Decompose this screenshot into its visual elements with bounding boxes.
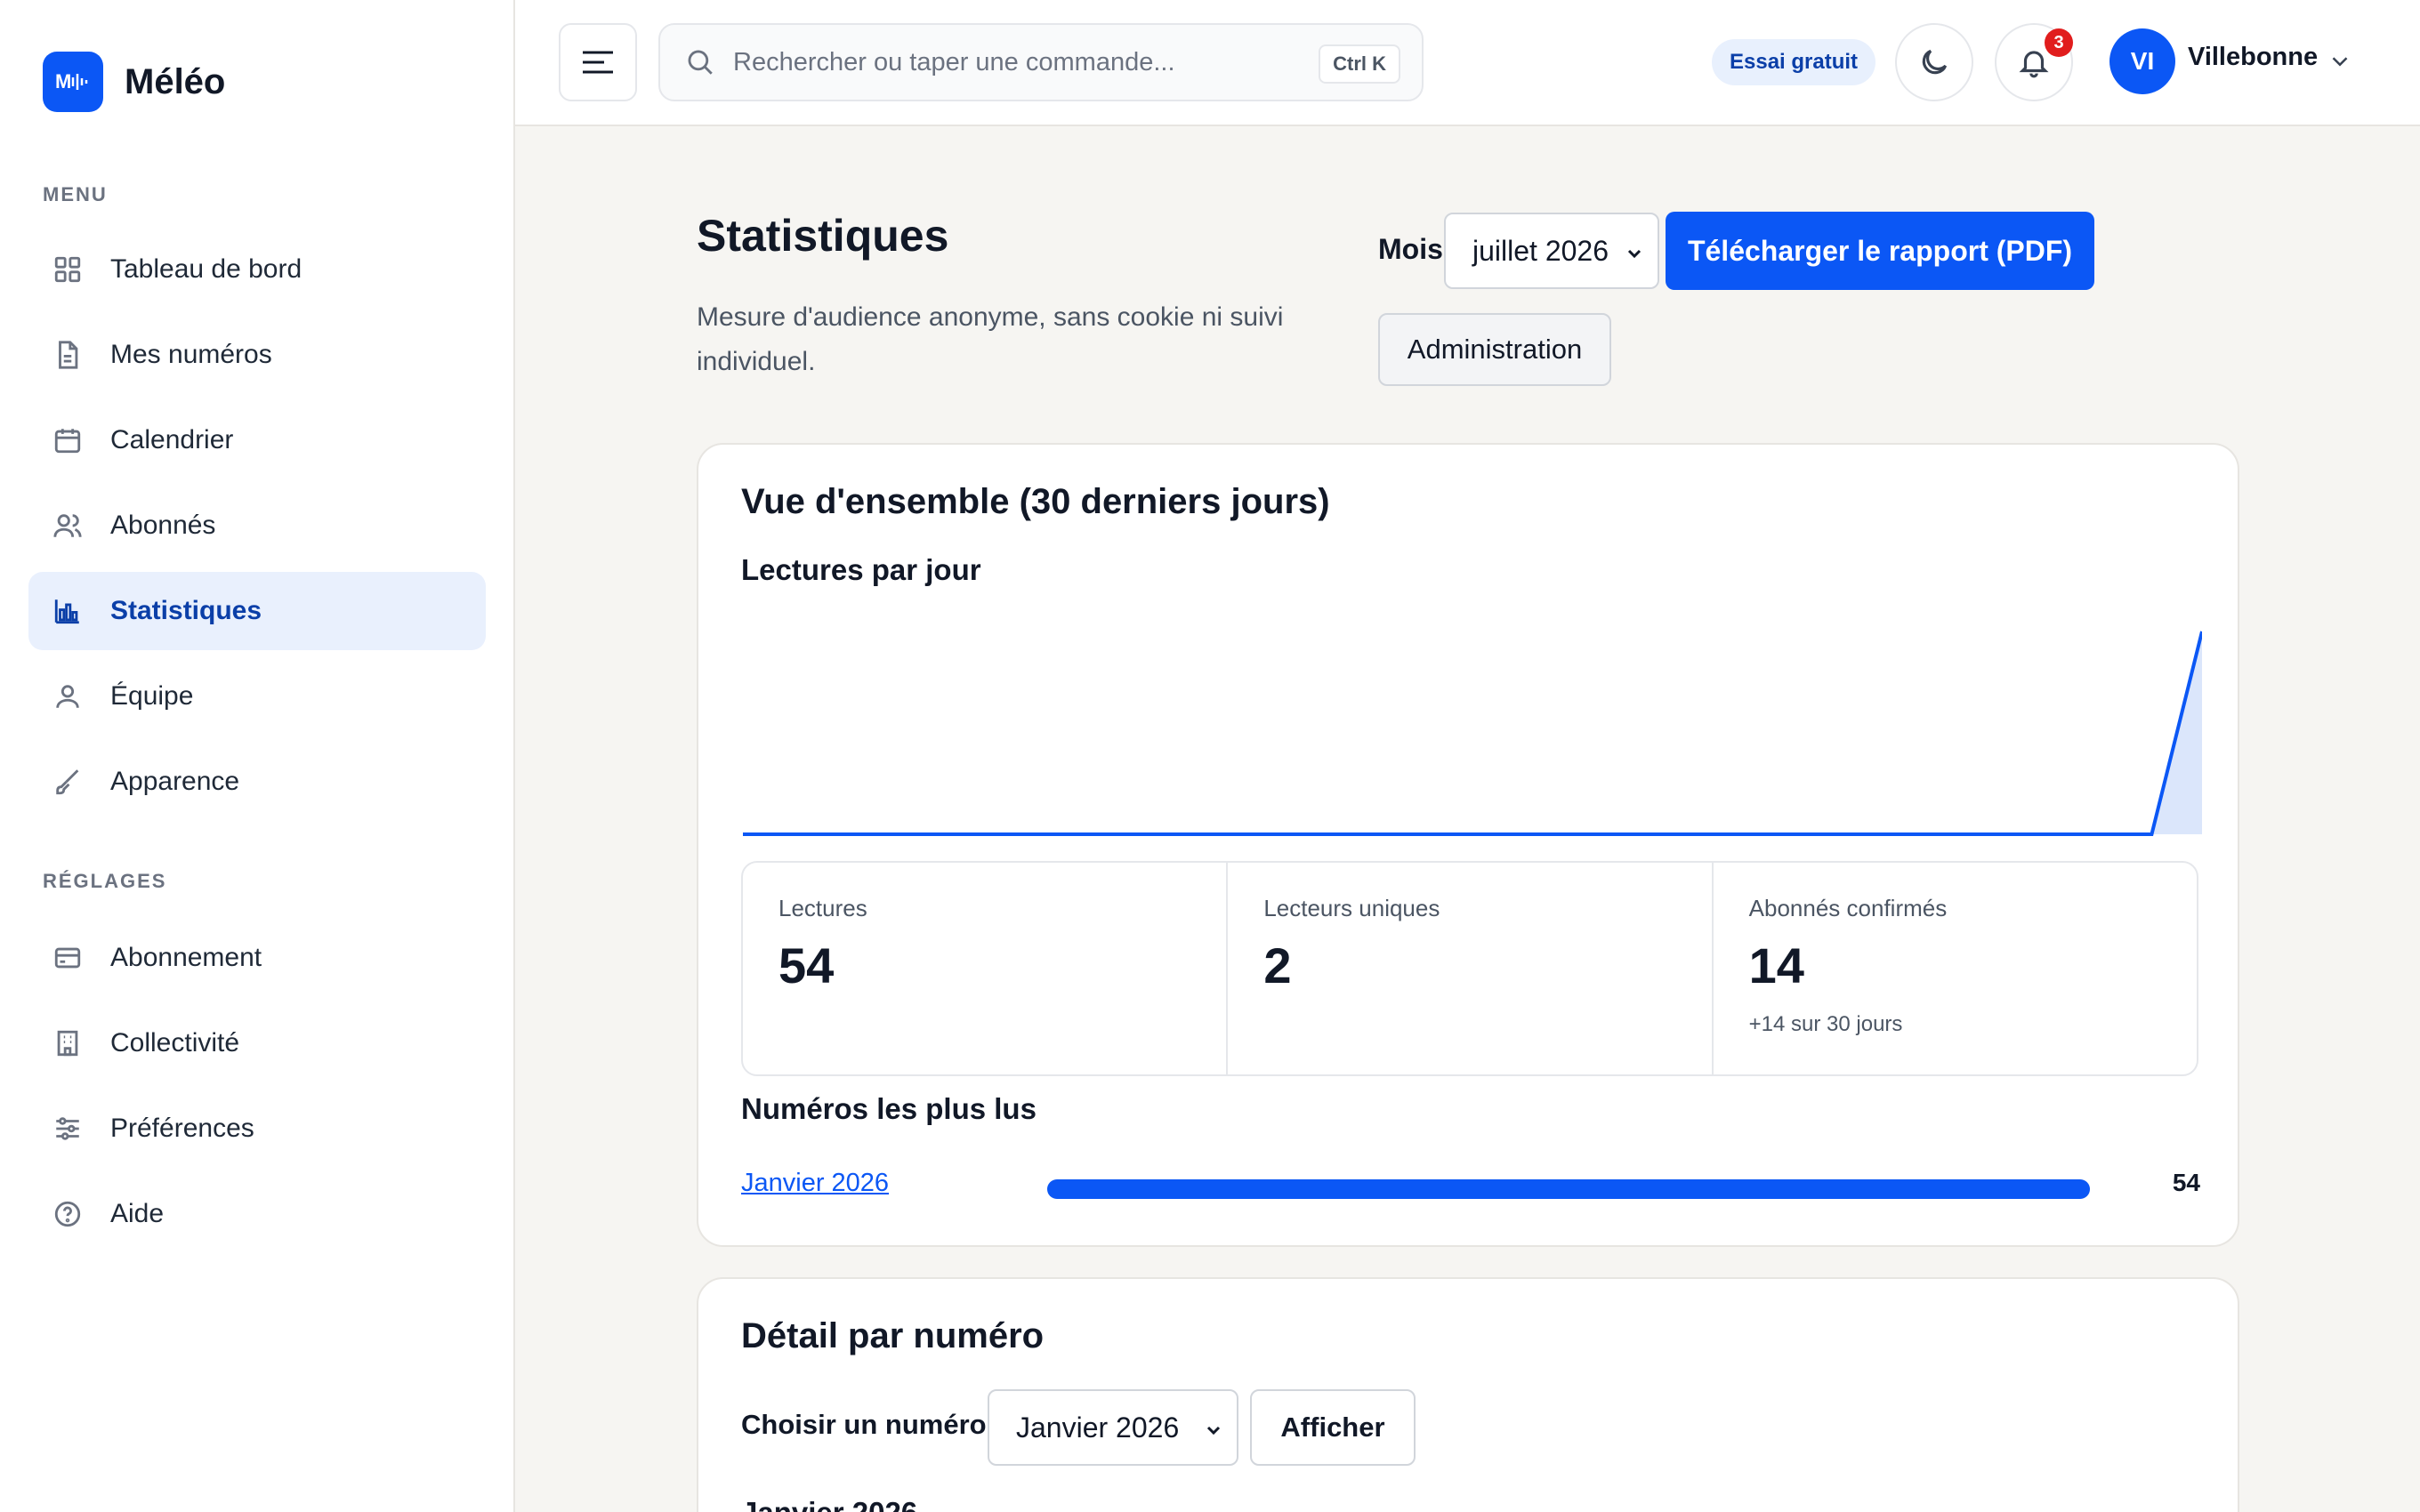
overview-title: Vue d'ensemble (30 derniers jours) bbox=[741, 482, 1330, 521]
top-issue-value: 54 bbox=[2172, 1169, 2200, 1196]
search-shortcut: Ctrl K bbox=[1319, 44, 1400, 84]
show-button[interactable]: Afficher bbox=[1250, 1389, 1416, 1466]
sidebar-item-label: Abonnés bbox=[110, 511, 216, 540]
detail-partial-heading: Janvier 2026 bbox=[741, 1496, 917, 1512]
bar-chart-icon bbox=[52, 595, 84, 627]
stat-reads: Lectures 54 bbox=[743, 863, 1229, 1074]
stat-value: 2 bbox=[1263, 937, 1292, 993]
top-issue-row: Janvier 2026 54 bbox=[741, 1163, 2200, 1208]
topbar: Rechercher ou taper une commande... Ctrl… bbox=[515, 0, 2420, 126]
reads-per-day-chart bbox=[743, 631, 2202, 836]
sidebar-item-preferences[interactable]: Préférences bbox=[28, 1090, 486, 1168]
overview-card: Vue d'ensemble (30 derniers jours) Lectu… bbox=[697, 443, 2239, 1247]
sidebar-item-dashboard[interactable]: Tableau de bord bbox=[28, 230, 486, 309]
credit-card-icon bbox=[52, 942, 84, 974]
stats-grid: Lectures 54 Lecteurs uniques 2 Abonnés c… bbox=[741, 861, 2198, 1076]
document-icon bbox=[52, 339, 84, 371]
bell-icon bbox=[2019, 51, 2049, 78]
sidebar-item-issues[interactable]: Mes numéros bbox=[28, 316, 486, 394]
logo-wave-icon: M bbox=[55, 70, 88, 92]
month-select[interactable]: juillet 2026 bbox=[1444, 213, 1659, 289]
stat-label: Lecteurs uniques bbox=[1263, 895, 1440, 921]
sidebar-item-label: Tableau de bord bbox=[110, 254, 302, 284]
top-issue-bar-fill bbox=[1047, 1179, 2090, 1199]
stat-label: Abonnés confirmés bbox=[1748, 895, 1948, 921]
sidebar: M Méléo MENU Tableau de bord Mes numéros… bbox=[0, 0, 515, 1512]
calendar-icon bbox=[52, 424, 84, 456]
sidebar-item-team[interactable]: Équipe bbox=[28, 657, 486, 736]
sidebar-item-label: Collectivité bbox=[110, 1028, 240, 1058]
sidebar-item-help[interactable]: Aide bbox=[28, 1175, 486, 1253]
sidebar-item-appearance[interactable]: Apparence bbox=[28, 743, 486, 821]
sidebar-item-community[interactable]: Collectivité bbox=[28, 1004, 486, 1082]
avatar[interactable]: VI bbox=[2109, 28, 2175, 94]
issue-select[interactable]: Janvier 2026 bbox=[988, 1389, 1238, 1466]
stat-value: 54 bbox=[778, 937, 835, 993]
stat-confirmed-subscribers: Abonnés confirmés 14 +14 sur 30 jours bbox=[1714, 863, 2197, 1074]
sliders-icon bbox=[52, 1113, 84, 1145]
chevron-down-icon bbox=[1206, 1426, 1221, 1436]
user-name[interactable]: Villebonne bbox=[2188, 43, 2318, 72]
sidebar-item-label: Apparence bbox=[110, 767, 240, 796]
sidebar-item-label: Mes numéros bbox=[110, 340, 272, 369]
sidebar-item-statistics[interactable]: Statistiques bbox=[28, 572, 486, 650]
search-input[interactable]: Rechercher ou taper une commande... Ctrl… bbox=[658, 23, 1424, 101]
stat-unique-readers: Lecteurs uniques 2 bbox=[1228, 863, 1714, 1074]
search-icon bbox=[688, 50, 713, 75]
svg-text:M: M bbox=[55, 70, 71, 92]
issue-select-value: Janvier 2026 bbox=[1016, 1411, 1180, 1444]
top-issue-link[interactable]: Janvier 2026 bbox=[741, 1169, 889, 1198]
page-subtitle: Mesure d'audience anonyme, sans cookie n… bbox=[697, 302, 1284, 376]
app-name: Méléo bbox=[125, 61, 226, 101]
download-report-button[interactable]: Télécharger le rapport (PDF) bbox=[1666, 212, 2094, 290]
top-issue-bar-track bbox=[1047, 1179, 2090, 1199]
notifications-button[interactable]: 3 bbox=[1995, 23, 2073, 101]
building-icon bbox=[52, 1027, 84, 1059]
menu-section-label: MENU bbox=[43, 183, 108, 205]
sidebar-item-label: Équipe bbox=[110, 681, 194, 711]
trial-badge[interactable]: Essai gratuit bbox=[1712, 39, 1876, 85]
page-title: Statistiques bbox=[697, 211, 949, 261]
stat-label: Lectures bbox=[778, 895, 867, 921]
hamburger-icon bbox=[583, 51, 613, 74]
month-label: Mois bbox=[1378, 233, 1443, 265]
user-icon bbox=[52, 680, 84, 712]
sidebar-item-subscribers[interactable]: Abonnés bbox=[28, 487, 486, 565]
sidebar-item-label: Statistiques bbox=[110, 596, 262, 625]
top-issues-title: Numéros les plus lus bbox=[741, 1092, 1037, 1125]
users-icon bbox=[52, 510, 84, 542]
detail-title: Détail par numéro bbox=[741, 1316, 1045, 1355]
detail-card: Détail par numéro Choisir un numéro Janv… bbox=[697, 1277, 2239, 1512]
sidebar-item-subscription[interactable]: Abonnement bbox=[28, 919, 486, 997]
brush-icon bbox=[52, 766, 84, 798]
sidebar-item-label: Aide bbox=[110, 1199, 165, 1228]
chart-line bbox=[743, 631, 2202, 836]
notification-count-badge: 3 bbox=[2045, 28, 2073, 57]
search-placeholder: Rechercher ou taper une commande... bbox=[733, 47, 1175, 76]
sidebar-item-label: Préférences bbox=[110, 1114, 254, 1143]
stat-value: 14 bbox=[1748, 937, 1804, 993]
logo-icon: M bbox=[43, 52, 103, 112]
chevron-down-icon[interactable] bbox=[2327, 48, 2353, 75]
menu-toggle-button[interactable] bbox=[559, 23, 637, 101]
moon-icon bbox=[1922, 49, 1948, 75]
sidebar-item-label: Abonnement bbox=[110, 943, 262, 972]
dark-mode-toggle[interactable] bbox=[1895, 23, 1973, 101]
chart-title: Lectures par jour bbox=[741, 553, 981, 586]
settings-section-label: RÉGLAGES bbox=[43, 870, 167, 892]
sidebar-item-label: Calendrier bbox=[110, 425, 234, 454]
brand[interactable]: M Méléo bbox=[43, 52, 225, 112]
administration-button[interactable]: Administration bbox=[1378, 313, 1611, 386]
month-select-value: juillet 2026 bbox=[1472, 234, 1609, 267]
chart-area bbox=[743, 631, 2202, 834]
grid-icon bbox=[52, 253, 84, 286]
choose-issue-label: Choisir un numéro bbox=[741, 1409, 987, 1440]
stat-note: +14 sur 30 jours bbox=[1748, 1012, 1903, 1036]
chevron-down-icon bbox=[1627, 249, 1642, 259]
sidebar-item-calendar[interactable]: Calendrier bbox=[28, 401, 486, 479]
help-circle-icon bbox=[52, 1198, 84, 1230]
